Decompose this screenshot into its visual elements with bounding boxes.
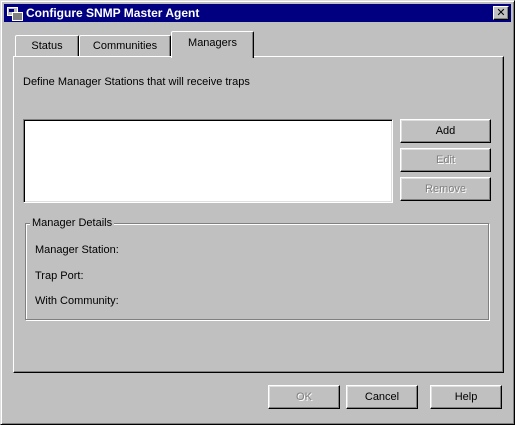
remove-button[interactable]: Remove <box>400 177 491 201</box>
cancel-button[interactable]: Cancel <box>346 385 418 409</box>
ok-button[interactable]: OK <box>268 385 340 409</box>
help-button[interactable]: Help <box>430 385 502 409</box>
snmp-agent-icon <box>6 5 23 21</box>
manager-station-label: Manager Station: <box>35 244 119 256</box>
edit-button[interactable]: Edit <box>400 148 491 172</box>
managers-description: Define Manager Stations that will receiv… <box>23 76 250 88</box>
manager-stations-list[interactable] <box>23 119 393 203</box>
tab-communities[interactable]: Communities <box>79 35 171 57</box>
close-icon: ✕ <box>496 7 506 19</box>
tab-managers[interactable]: Managers <box>171 31 254 58</box>
close-button[interactable]: ✕ <box>493 6 509 20</box>
managers-tab-panel <box>13 56 504 373</box>
manager-details-group: Manager Details Manager Station: Trap Po… <box>25 217 489 320</box>
add-button[interactable]: Add <box>400 119 491 143</box>
window-title: Configure SNMP Master Agent <box>26 6 200 20</box>
manager-details-legend: Manager Details <box>30 217 115 229</box>
trap-port-label: Trap Port: <box>35 270 84 282</box>
title-bar[interactable]: Configure SNMP Master Agent ✕ <box>4 4 511 22</box>
with-community-label: With Community: <box>35 295 119 307</box>
tab-status[interactable]: Status <box>15 35 79 57</box>
